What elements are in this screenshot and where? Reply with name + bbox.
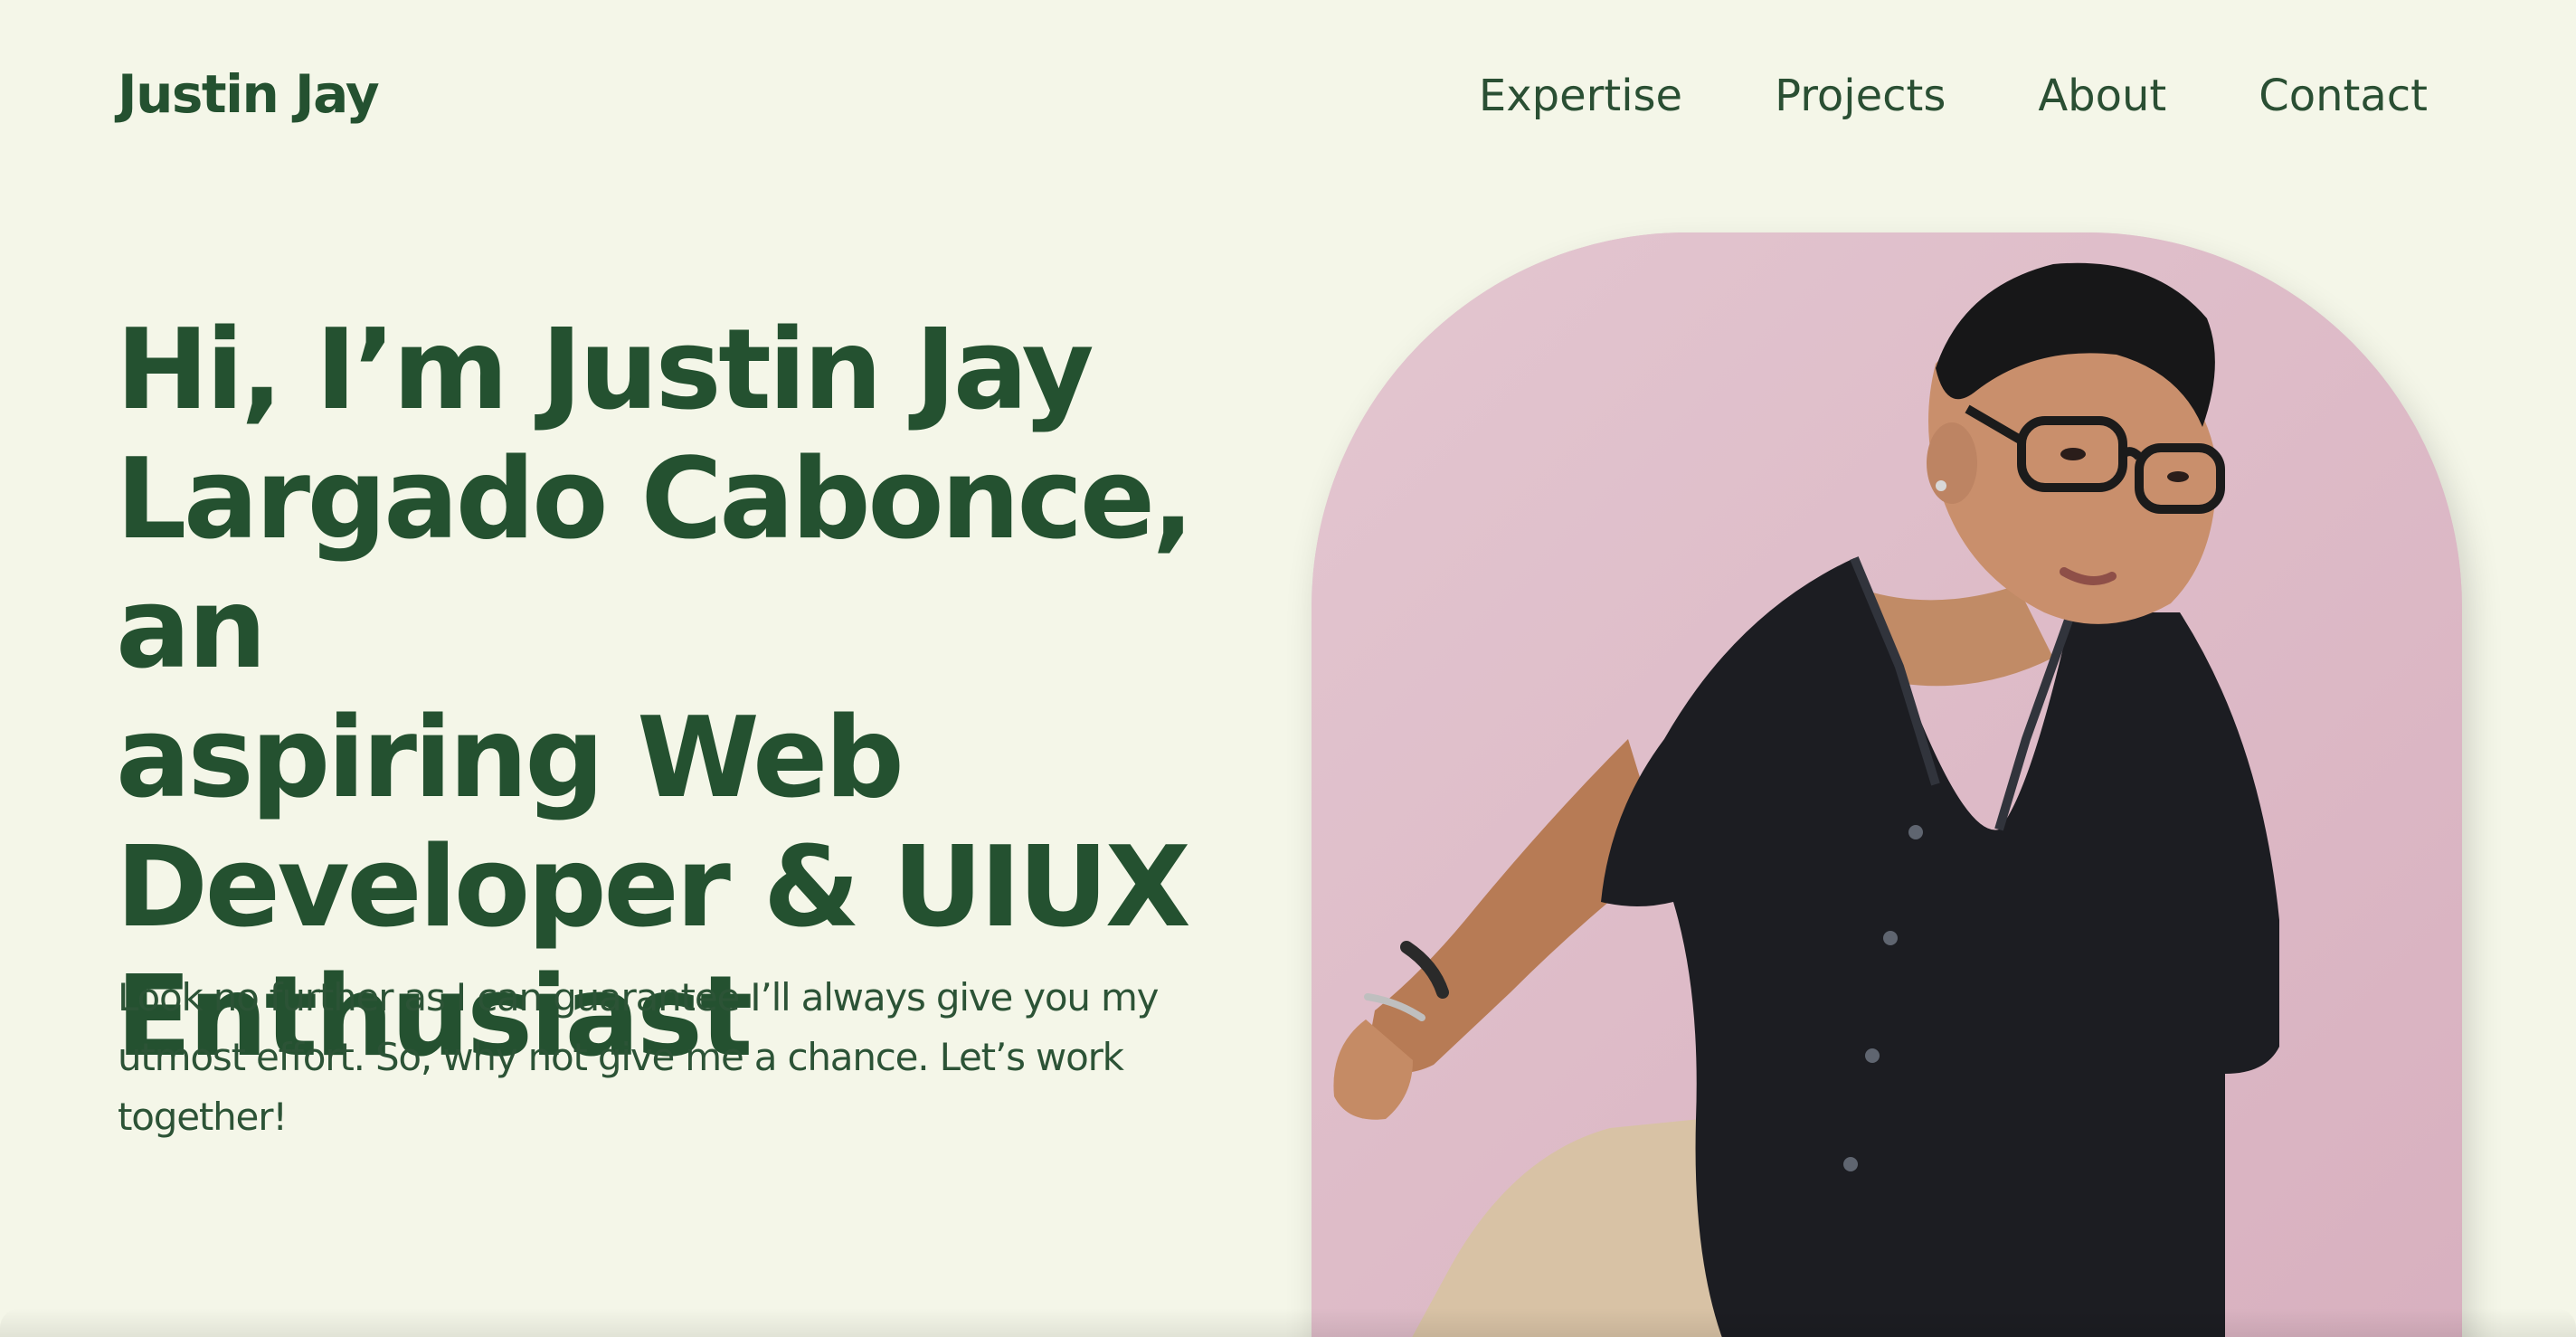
- nav-about[interactable]: About: [2038, 71, 2166, 121]
- subtext-line: utmost effort. So, why not give me a cha…: [118, 1035, 1124, 1079]
- nav-projects[interactable]: Projects: [1775, 71, 1946, 121]
- portfolio-page: Justin Jay Expertise Projects About Cont…: [0, 0, 2576, 1337]
- bottom-edge-shadow: [0, 1308, 2576, 1337]
- portrait-photo: [1312, 232, 2462, 1337]
- subtext-line: Look no further as I can guarantee I’ll …: [118, 975, 1160, 1019]
- subtext-line: together!: [118, 1095, 288, 1139]
- headline-line: aspiring Web: [116, 694, 904, 823]
- portrait-photo-frame: [1312, 232, 2462, 1337]
- nav-expertise[interactable]: Expertise: [1479, 71, 1682, 121]
- headline-line: Largado Cabonce, an: [116, 435, 1194, 694]
- headline-line: Hi, I’m Justin Jay: [116, 306, 1094, 435]
- hero-headline: Hi, I’m Justin Jay Largado Cabonce, an a…: [116, 306, 1364, 1082]
- brand-logo[interactable]: Justin Jay: [118, 63, 380, 125]
- hero-subtext: Look no further as I can guarantee I’ll …: [118, 968, 1194, 1147]
- nav-contact[interactable]: Contact: [2259, 71, 2428, 121]
- headline-line: Developer & UIUX: [116, 823, 1191, 953]
- main-nav: Expertise Projects About Contact: [1479, 71, 2428, 121]
